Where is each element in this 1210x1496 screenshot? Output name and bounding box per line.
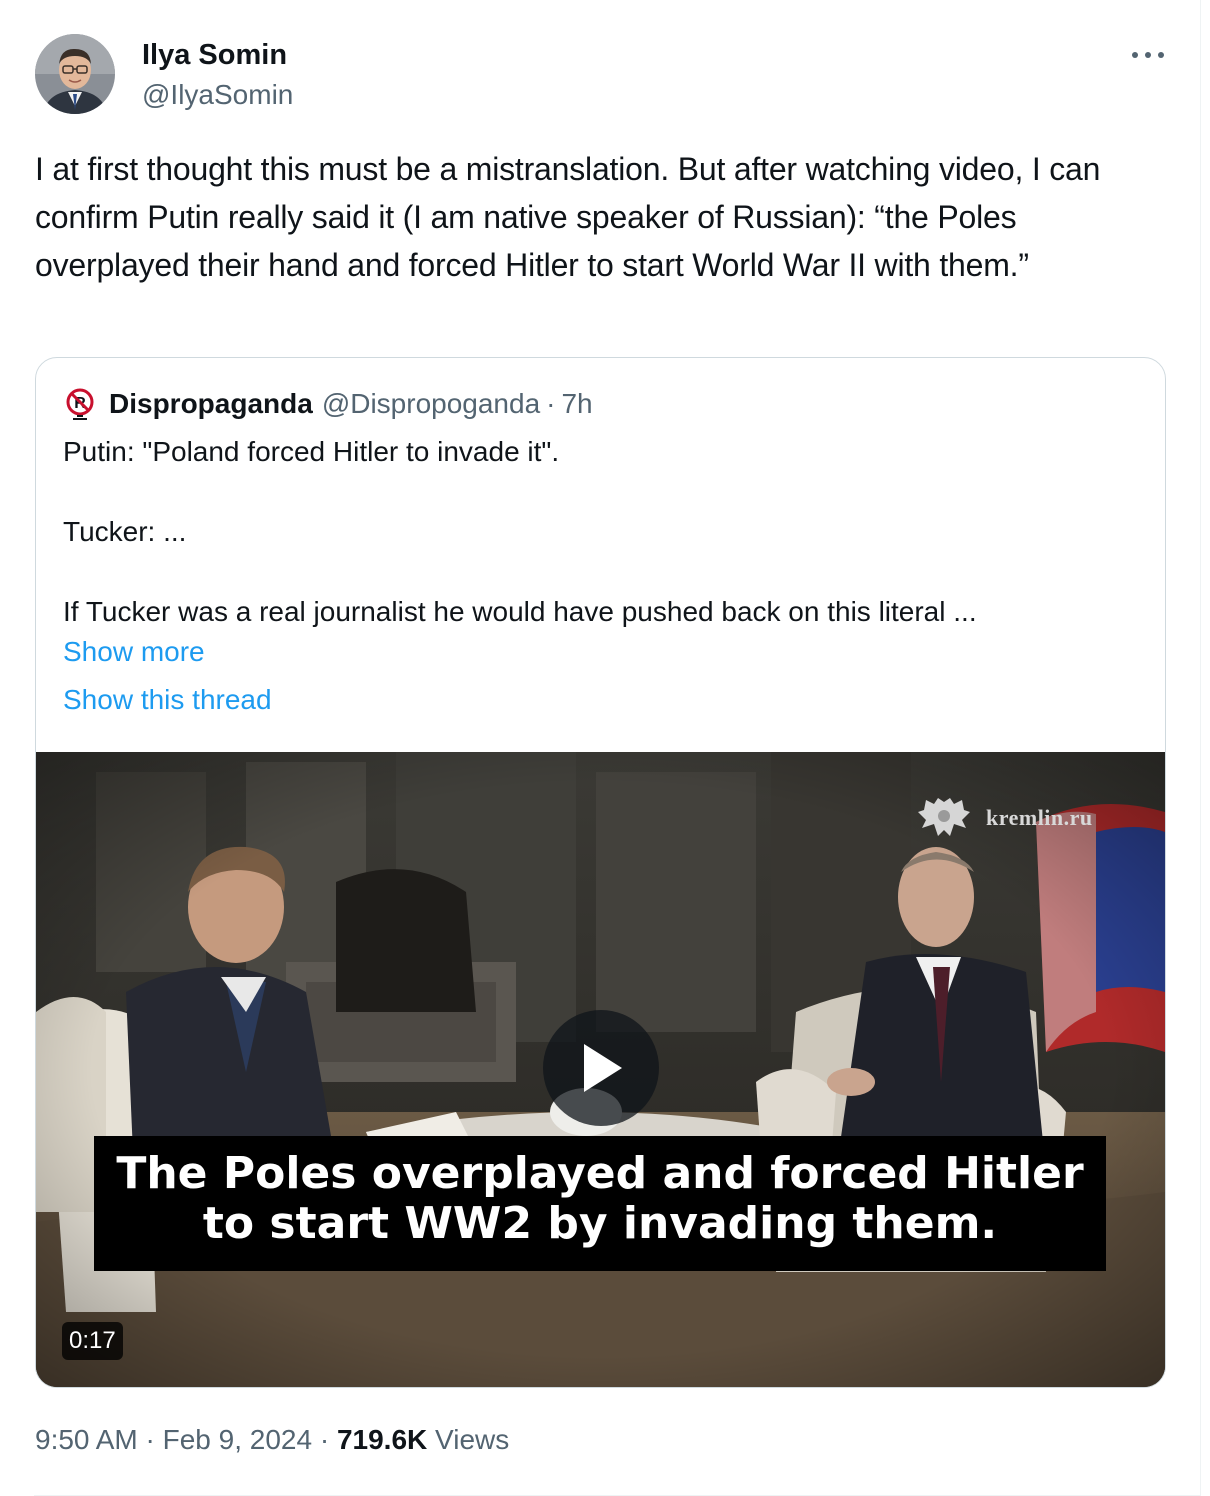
subtitle-line: The Poles overplayed and forced Hitler [116, 1148, 1084, 1199]
author-handle[interactable]: @IlyaSomin [142, 79, 293, 111]
quoted-author-handle[interactable]: @Dispropoganda [322, 388, 540, 420]
quoted-avatar[interactable]: R [63, 387, 97, 421]
quoted-tweet-header: R Dispropaganda @Dispropoganda · 7h [63, 386, 593, 422]
views-label: Views [435, 1424, 510, 1455]
no-propaganda-logo: R [66, 388, 94, 420]
quoted-separator: · [546, 388, 556, 419]
quoted-text-line: Tucker: ... [63, 516, 187, 547]
subtitle-line: to start WW2 by invading them. [202, 1198, 998, 1249]
author-name[interactable]: Ilya Somin [142, 38, 287, 72]
kremlin-watermark: kremlin.ru [916, 794, 1093, 842]
more-options-button[interactable] [1125, 38, 1171, 72]
quoted-text-line: If Tucker was a real journalist he would… [63, 596, 977, 627]
quoted-text-line: Putin: "Poland forced Hitler to invade i… [63, 436, 560, 467]
author-avatar[interactable] [35, 34, 115, 114]
double-headed-eagle-icon [918, 798, 970, 836]
show-thread-link[interactable]: Show this thread [63, 682, 272, 718]
quoted-timestamp[interactable]: 7h [561, 388, 592, 420]
quoted-tweet-card[interactable]: R Dispropaganda @Dispropoganda · 7h Puti… [35, 357, 1166, 1388]
tweet-time[interactable]: 9:50 AM [35, 1424, 138, 1455]
tweet-metadata: 9:50 AM · Feb 9, 2024 · 719.6K Views [35, 1423, 509, 1457]
more-horizontal-icon [1132, 52, 1164, 58]
quoted-author-name[interactable]: Dispropaganda [109, 388, 313, 420]
video-player[interactable]: kremlin.ru The Poles overplayed and forc… [36, 752, 1165, 1387]
show-more-link[interactable]: Show more [63, 634, 205, 670]
watermark-text: kremlin.ru [986, 805, 1093, 830]
timeline-border [1200, 0, 1201, 1496]
views-count: 719.6K [336, 1424, 428, 1455]
play-icon [584, 1044, 622, 1092]
video-duration-badge: 0:17 [62, 1322, 123, 1360]
video-subtitle: The Poles overplayed and forced Hitler t… [94, 1136, 1106, 1271]
metadata-separator: · [319, 1424, 330, 1455]
metadata-separator: · [145, 1424, 155, 1455]
play-button[interactable] [543, 1010, 659, 1126]
tweet-text: I at first thought this must be a mistra… [35, 151, 1101, 283]
tweet-date[interactable]: Feb 9, 2024 [163, 1424, 312, 1455]
